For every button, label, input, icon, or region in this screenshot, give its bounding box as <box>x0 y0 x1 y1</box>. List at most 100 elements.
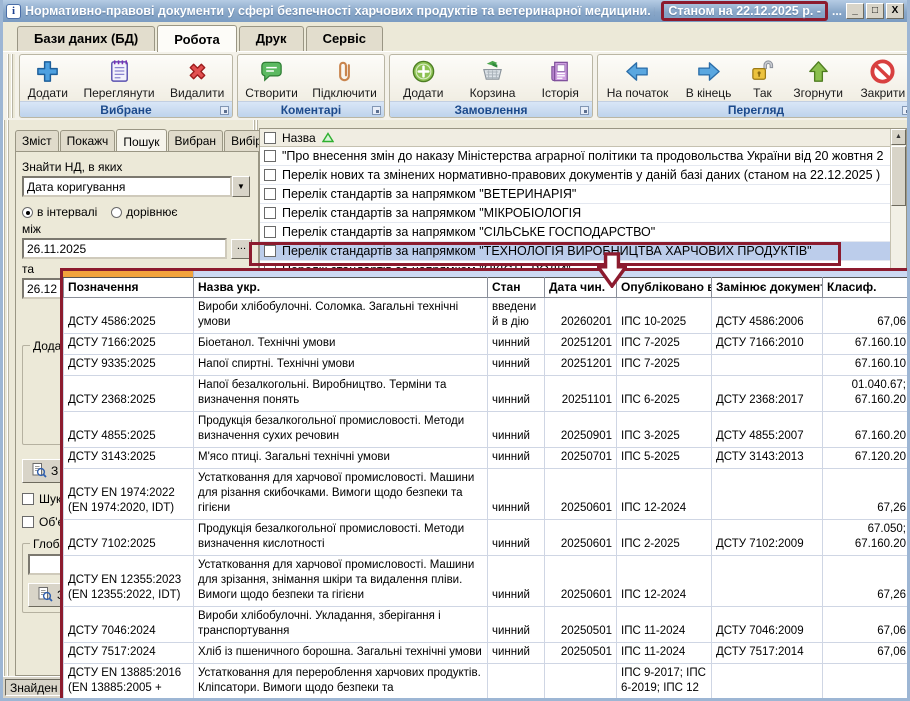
table-cell: ДСТУ 4586:2006 <box>712 298 823 334</box>
paperclip-icon <box>331 58 358 85</box>
table-cell: 20250701 <box>545 448 617 469</box>
field-combobox[interactable]: ▼ <box>22 176 250 197</box>
table-row-11[interactable]: ДСТУ EN 13885:2016 (EN 13885:2005 +Устат… <box>64 664 910 700</box>
checkbox-icon[interactable] <box>264 245 276 257</box>
sidebar-tab-4[interactable]: Вибірка <box>224 130 263 152</box>
list-item-5[interactable]: Перелік стандартів за напрямком "ТЕХНОЛО… <box>260 242 906 261</box>
title-ellipsis: ... <box>832 4 842 18</box>
table-row-8[interactable]: ДСТУ EN 12355:2023 (EN 12355:2022, IDT)У… <box>64 556 910 607</box>
sidebar-tab-1[interactable]: Покажч <box>60 130 116 152</box>
table-cell <box>712 469 823 520</box>
list-item-3[interactable]: Перелік стандартів за напрямком "МІКРОБІ… <box>260 204 906 223</box>
table-row-1[interactable]: ДСТУ 7166:2025Біоетанол. Технічні умович… <box>64 334 910 355</box>
table-row-3[interactable]: ДСТУ 2368:2025Напої безалкогольні. Вироб… <box>64 376 910 412</box>
ribbon-button-видалити[interactable]: Видалити <box>166 57 228 101</box>
radio-interval[interactable]: в інтервалі <box>22 205 97 219</box>
ribbon-group-caption: Вибране <box>20 101 232 117</box>
sidebar-tab-3[interactable]: Вибран <box>168 130 224 152</box>
list-item-0[interactable]: "Про внесення змін до наказу Міністерств… <box>260 147 906 166</box>
date-from-browse-button[interactable]: ... <box>231 239 252 259</box>
ribbon-button-закрити[interactable]: Закрити <box>856 57 909 101</box>
table-col-header-4[interactable]: Опубліковано в <box>617 278 712 298</box>
window-title: Нормативно-правові документи у сфері без… <box>25 4 655 18</box>
list-item-label: Перелік стандартів за напрямком "ВЕТЕРИН… <box>282 187 576 201</box>
table-row-7[interactable]: ДСТУ 7102:2025Продукція безалкогольної п… <box>64 520 910 556</box>
ribbon-button-створити[interactable]: Створити <box>241 57 302 101</box>
radio-off-icon <box>111 207 122 218</box>
table-cell: ДСТУ 7046:2009 <box>712 607 823 643</box>
minimize-button[interactable]: _ <box>846 3 864 19</box>
popup-top-strip <box>63 271 910 277</box>
ribbon-button-label: Згорнути <box>793 86 843 100</box>
ribbon-button-додати[interactable]: Додати <box>399 57 447 101</box>
sidebar-tab-2[interactable]: Пошук <box>116 129 166 152</box>
table-row-6[interactable]: ДСТУ EN 1974:2022 (EN 1974:2020, IDT)Уст… <box>64 469 910 520</box>
table-cell: ІПС 11-2024 <box>617 643 712 664</box>
menu-tab-3[interactable]: Сервіс <box>306 26 383 51</box>
table-cell: Вироби хлібобулочні. Соломка. Загальні т… <box>194 298 488 334</box>
ribbon-button-на-початок[interactable]: На початок <box>603 57 673 101</box>
header-checkbox[interactable] <box>264 132 276 144</box>
close-button[interactable]: X <box>886 3 904 19</box>
table-row-9[interactable]: ДСТУ 7046:2024Вироби хлібобулочні. Уклад… <box>64 607 910 643</box>
checkbox-icon[interactable] <box>264 226 276 238</box>
list-item-4[interactable]: Перелік стандартів за напрямком "СІЛЬСЬК… <box>260 223 906 242</box>
sidebar-tab-0[interactable]: Зміст <box>15 130 59 152</box>
ribbon-button-в-кінець[interactable]: В кінець <box>682 57 736 101</box>
menu-tab-2[interactable]: Друк <box>239 26 304 51</box>
table-col-header-2[interactable]: Стан <box>488 278 545 298</box>
chevron-down-icon[interactable]: ▼ <box>232 176 250 197</box>
maximize-button[interactable]: □ <box>866 3 884 19</box>
list-item-1[interactable]: Перелік нових та змінених нормативно-пра… <box>260 166 906 185</box>
ribbon-group-caption-label: Вибране <box>100 103 151 117</box>
checkbox-icon[interactable] <box>264 188 276 200</box>
table-cell: 67,06 <box>823 607 910 643</box>
dialog-launcher-icon[interactable] <box>372 106 381 115</box>
ribbon-button-корзина[interactable]: Корзина <box>466 57 520 101</box>
scroll-up-icon[interactable]: ▲ <box>891 129 906 145</box>
table-cell: ІПС 3-2025 <box>617 412 712 448</box>
ribbon-button-так[interactable]: Так <box>745 57 780 101</box>
table-col-header-0[interactable]: Позначення <box>64 278 194 298</box>
table-row-5[interactable]: ДСТУ 3143:2025М'ясо птиці. Загальні техн… <box>64 448 910 469</box>
table-cell: ДСТУ EN 12355:2023 (EN 12355:2022, IDT) <box>64 556 194 607</box>
dialog-launcher-icon[interactable] <box>580 106 589 115</box>
table-col-header-1[interactable]: Назва укр. <box>194 278 488 298</box>
radio-equals[interactable]: дорівнює <box>111 205 177 219</box>
table-cell <box>488 664 545 700</box>
checkbox-icon[interactable] <box>264 150 276 162</box>
table-col-header-5[interactable]: Замінює документи <box>712 278 823 298</box>
dialog-launcher-icon[interactable] <box>902 106 910 115</box>
table-cell: 20251201 <box>545 334 617 355</box>
table-cell: ДСТУ 3143:2013 <box>712 448 823 469</box>
scroll-thumb[interactable] <box>891 146 906 206</box>
table-cell: ДСТУ 7517:2024 <box>64 643 194 664</box>
panel-grip <box>3 120 11 676</box>
date-from-input[interactable] <box>22 238 227 259</box>
plus-circle-green-icon <box>410 58 437 85</box>
table-row-4[interactable]: ДСТУ 4855:2025Продукція безалкогольної п… <box>64 412 910 448</box>
list-item-2[interactable]: Перелік стандартів за напрямком "ВЕТЕРИН… <box>260 185 906 204</box>
ribbon-button-згорнути[interactable]: Згорнути <box>789 57 847 101</box>
table-cell: ДСТУ 7517:2014 <box>712 643 823 664</box>
checkbox-icon[interactable] <box>264 207 276 219</box>
field-combobox-input[interactable] <box>22 176 232 197</box>
table-row-10[interactable]: ДСТУ 7517:2024Хліб із пшеничного борошна… <box>64 643 910 664</box>
ribbon-button-підключити[interactable]: Підключити <box>308 57 381 101</box>
table-cell: 67.160.10 <box>823 355 910 376</box>
ribbon-button-додати[interactable]: Додати <box>24 57 72 101</box>
plus-blue-icon <box>34 58 61 85</box>
table-cell: Устатковання для перероблення харчових п… <box>194 664 488 700</box>
table-row-2[interactable]: ДСТУ 9335:2025Напої спиртні. Технічні ум… <box>64 355 910 376</box>
table-cell: чинний <box>488 448 545 469</box>
table-col-header-6[interactable]: Класиф. <box>823 278 910 298</box>
table-row-0[interactable]: ДСТУ 4586:2025Вироби хлібобулочні. Солом… <box>64 298 910 334</box>
list-item-label: Перелік стандартів за напрямком "МІКРОБІ… <box>282 206 581 220</box>
ribbon-button-історія[interactable]: Історія <box>538 57 583 101</box>
menu-tab-1[interactable]: Робота <box>157 25 237 52</box>
dialog-launcher-icon[interactable] <box>220 106 229 115</box>
menu-tab-0[interactable]: Бази даних (БД) <box>17 26 155 51</box>
list-header[interactable]: Назва <box>260 129 906 147</box>
checkbox-icon[interactable] <box>264 169 276 181</box>
ribbon-button-переглянути[interactable]: Переглянути <box>79 57 158 101</box>
